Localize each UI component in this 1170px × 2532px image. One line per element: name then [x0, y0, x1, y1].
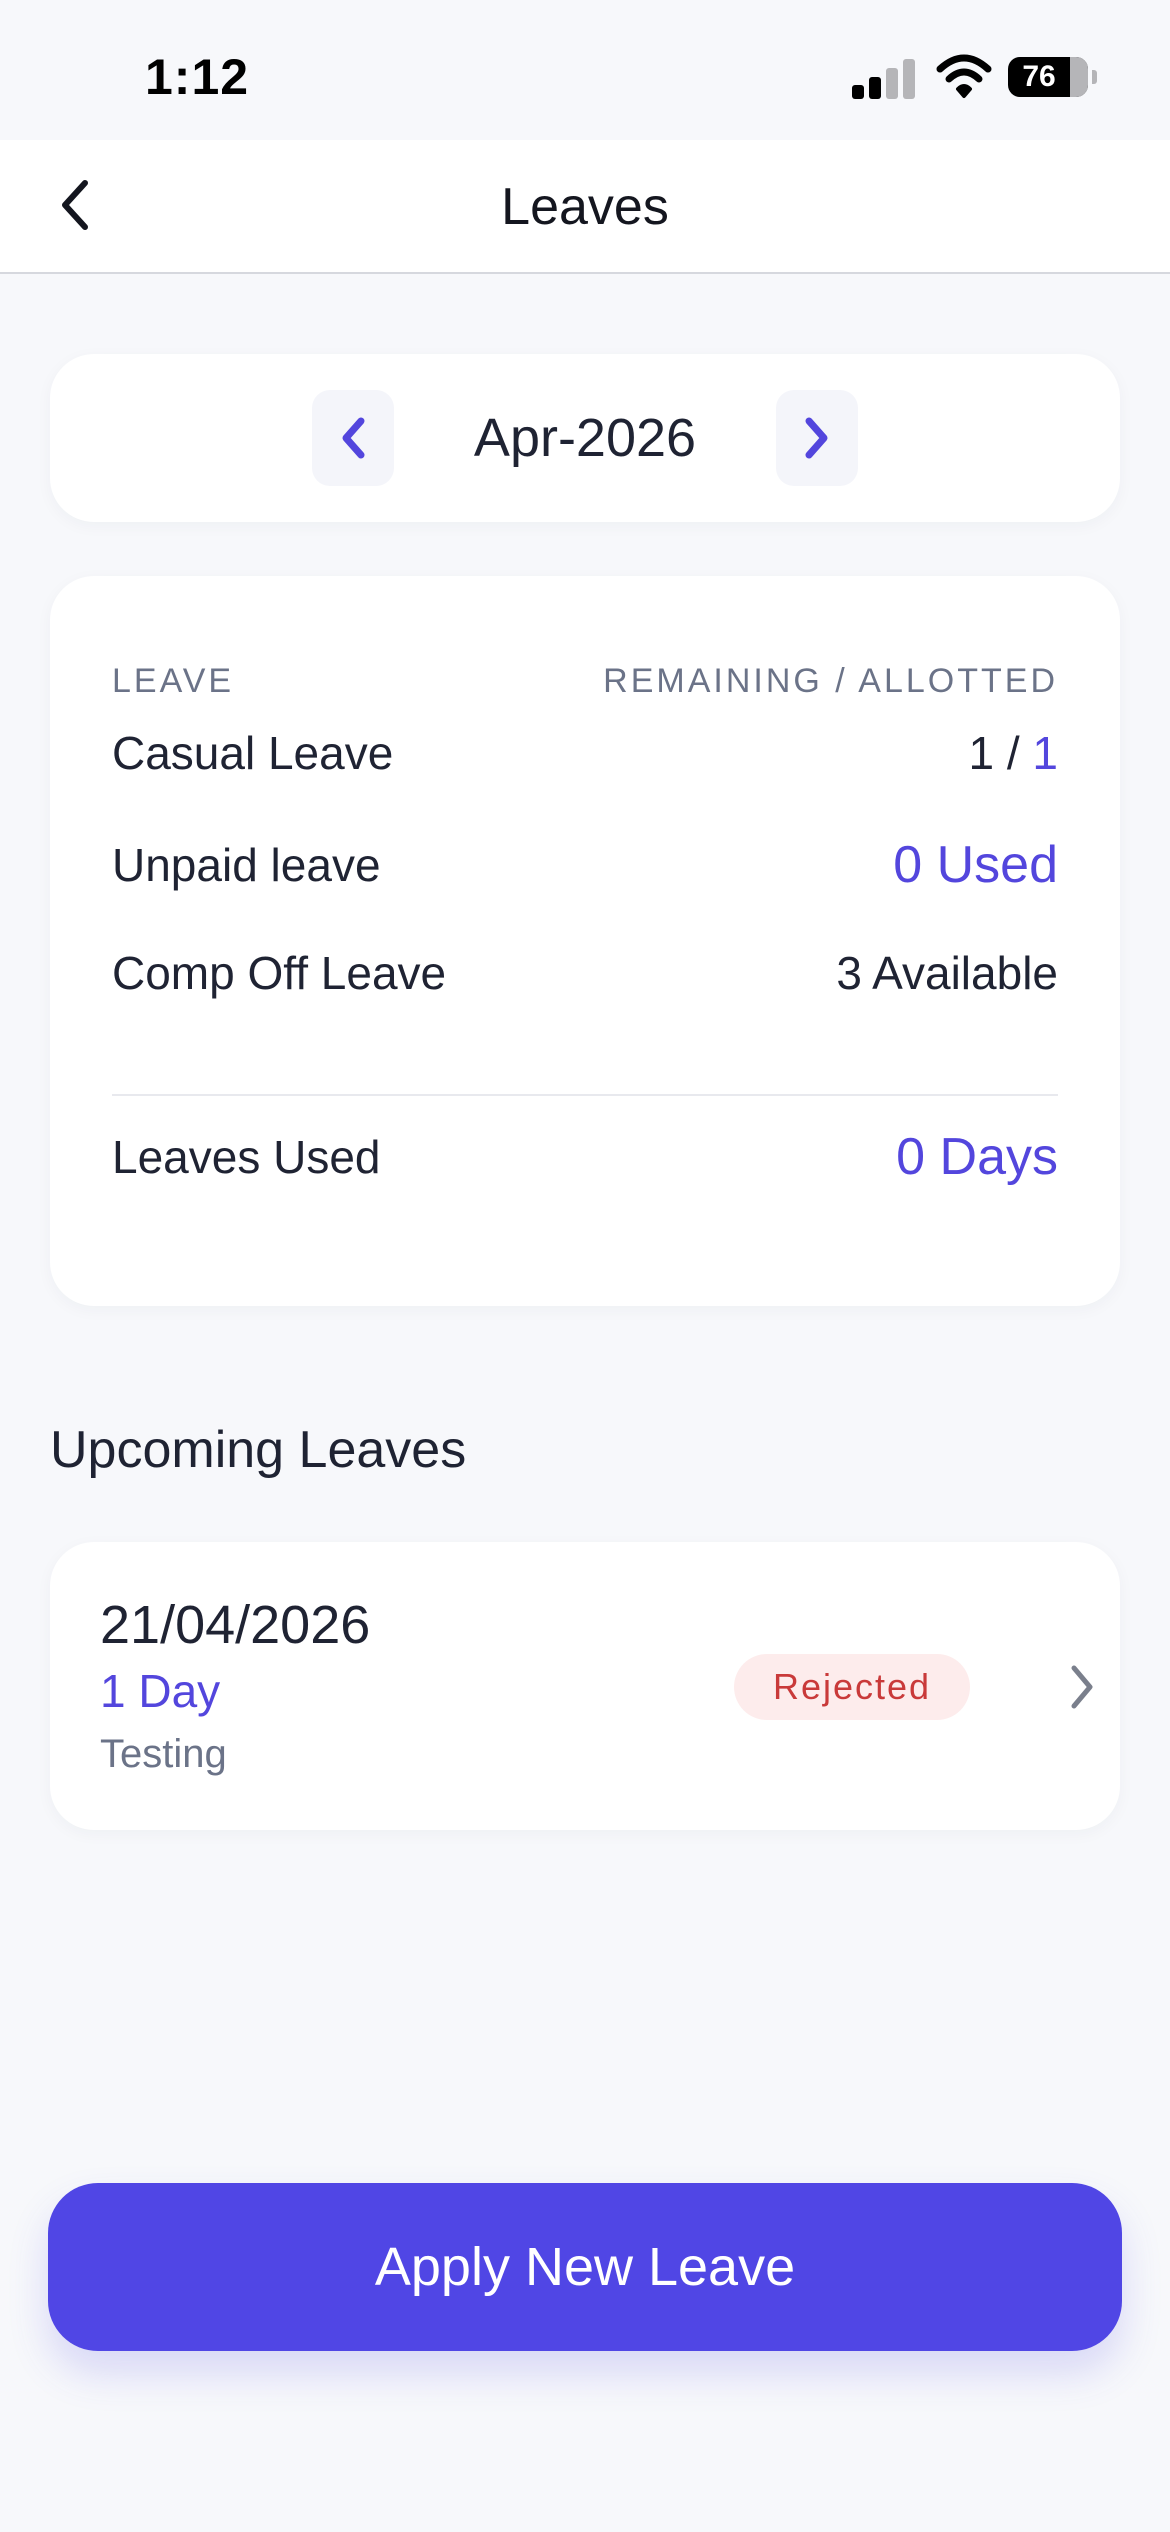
leave-row-unpaid: Unpaid leave 0 Used — [112, 830, 1058, 900]
leave-reason: Testing — [100, 1732, 227, 1776]
upcoming-leave-item[interactable]: 21/04/2026 1 Day Testing Rejected — [50, 1542, 1120, 1830]
leaves-screen: 1:12 76 Leaves Apr-2026 LEAVE REMAINING … — [0, 0, 1170, 2532]
leave-name: Unpaid leave — [112, 839, 381, 891]
summary-header: LEAVE REMAINING / ALLOTTED — [112, 662, 1058, 701]
battery-tip — [1092, 70, 1097, 84]
leave-summary-card: LEAVE REMAINING / ALLOTTED Casual Leave … — [50, 576, 1120, 1306]
battery-icon: 76 — [1008, 57, 1088, 97]
remaining-count: 1 / — [968, 727, 1033, 779]
leave-row-comp-off: Comp Off Leave 3 Available — [112, 938, 1058, 1008]
leave-name: Comp Off Leave — [112, 947, 447, 999]
leaves-used-value: 0 Days — [896, 1128, 1058, 1186]
next-month-button[interactable] — [776, 390, 858, 486]
leave-duration: 1 Day — [100, 1665, 221, 1717]
status-bar: 1:12 76 — [0, 0, 1170, 140]
leave-value: 1 / 1 — [968, 718, 1058, 788]
previous-month-button[interactable] — [312, 390, 394, 486]
battery-level: 76 — [1022, 60, 1056, 93]
leave-value: 0 Used — [893, 836, 1058, 894]
divider — [112, 1094, 1058, 1096]
chevron-left-icon — [62, 180, 88, 230]
leave-value: 3 Available — [836, 947, 1058, 999]
header-remaining-allotted: REMAINING / ALLOTTED — [603, 662, 1058, 700]
chevron-right-icon — [805, 417, 828, 459]
status-time: 1:12 — [145, 49, 250, 105]
wifi-icon — [936, 54, 992, 98]
chevron-right-icon — [1071, 1665, 1093, 1709]
leave-row-casual: Casual Leave 1 / 1 — [112, 718, 1058, 788]
month-label: Apr-2026 — [473, 408, 697, 468]
page-title: Leaves — [501, 178, 669, 236]
month-selector: Apr-2026 — [50, 354, 1120, 522]
leave-date: 21/04/2026 — [100, 1595, 371, 1655]
status-badge: Rejected — [734, 1654, 970, 1720]
leaves-used-row: Leaves Used 0 Days — [112, 1122, 1058, 1192]
cellular-signal-icon — [852, 55, 916, 99]
leave-name: Casual Leave — [112, 727, 394, 779]
apply-new-leave-button[interactable]: Apply New Leave — [48, 2183, 1122, 2351]
allotted-count: 1 — [1032, 727, 1058, 779]
upcoming-leaves-title: Upcoming Leaves — [50, 1421, 467, 1479]
header-leave: LEAVE — [112, 662, 235, 700]
back-button[interactable] — [40, 170, 110, 240]
leaves-used-label: Leaves Used — [112, 1131, 381, 1183]
nav-bar: Leaves — [0, 140, 1170, 274]
chevron-left-icon — [342, 417, 365, 459]
